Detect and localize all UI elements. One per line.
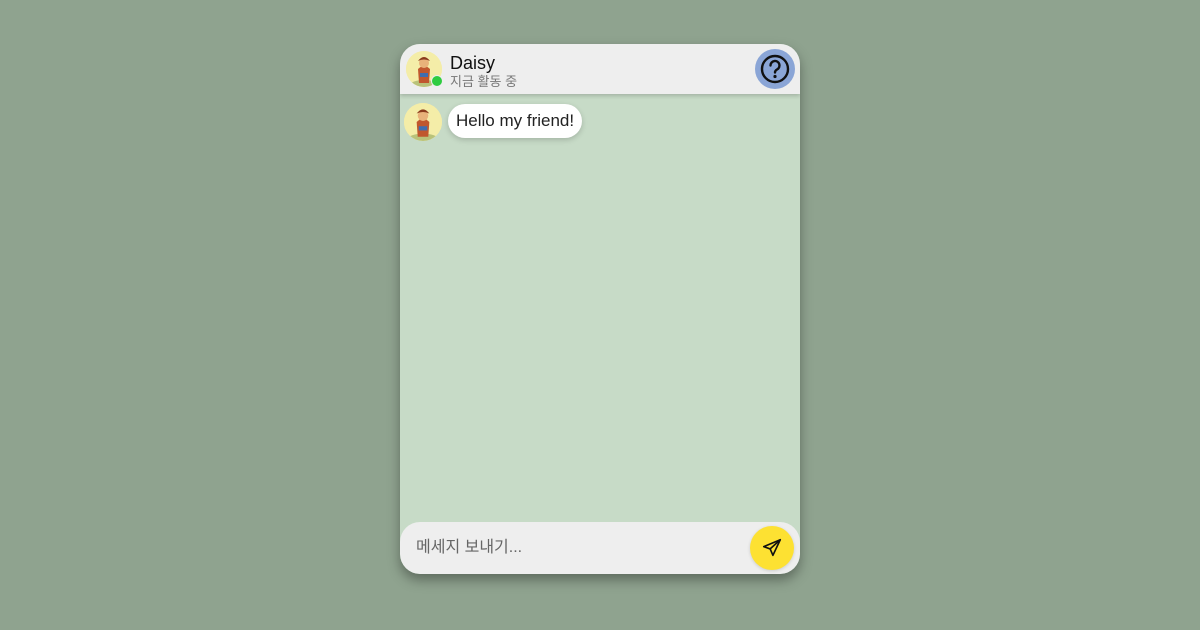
message-list[interactable]: Hello my friend! xyxy=(400,94,800,522)
question-circle-icon xyxy=(760,54,790,84)
chat-window: Daisy 지금 활동 중 Hello my friend! xyxy=(400,44,800,574)
contact-name: Daisy xyxy=(450,53,496,73)
message-sender-avatar[interactable] xyxy=(404,103,442,141)
online-status-indicator xyxy=(431,75,443,87)
paper-plane-icon xyxy=(762,538,782,557)
message-input[interactable] xyxy=(416,536,736,560)
contact-status: 지금 활동 중 xyxy=(450,74,518,89)
help-button[interactable] xyxy=(755,49,795,89)
chat-header: Daisy 지금 활동 중 xyxy=(400,44,800,94)
send-button[interactable] xyxy=(750,526,794,570)
message-bubble: Hello my friend! xyxy=(448,104,583,138)
cartoon-character-avatar-icon xyxy=(404,103,442,141)
message-composer xyxy=(400,522,800,574)
